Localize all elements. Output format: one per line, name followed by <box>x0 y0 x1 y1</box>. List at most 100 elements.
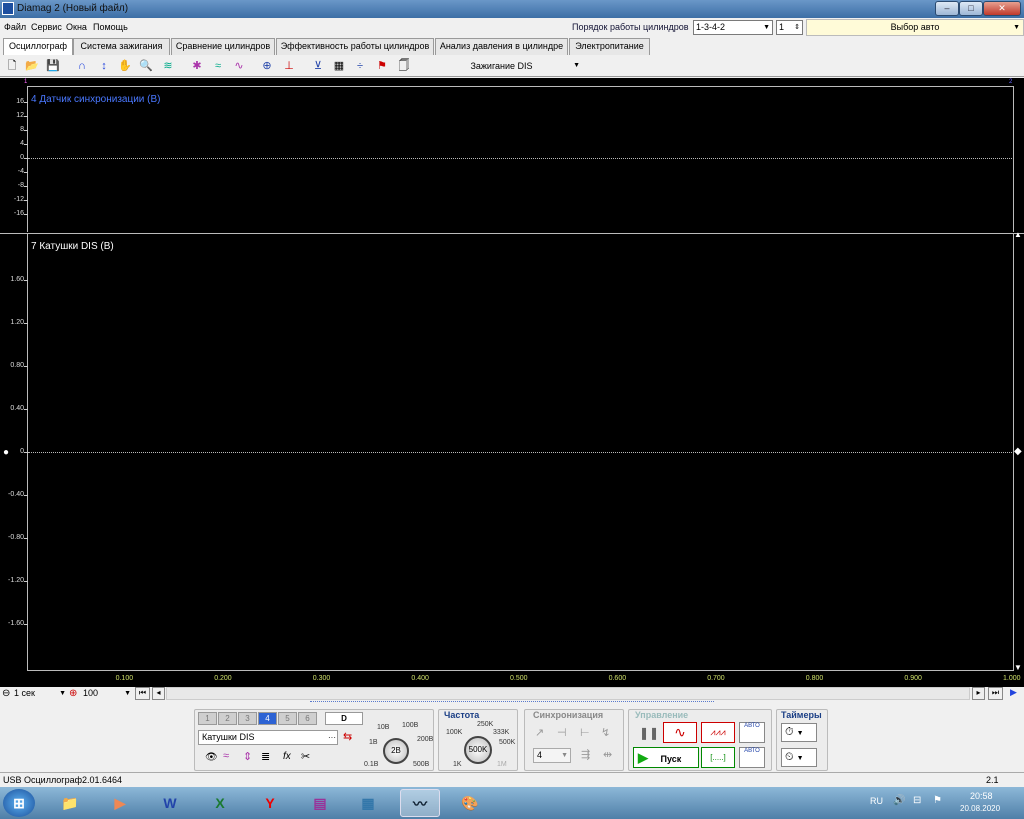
zoom-out-icon[interactable]: ⊖ <box>2 688 10 699</box>
cursor-icon[interactable]: ✱ <box>189 58 205 74</box>
voltage-knob[interactable]: 2В <box>383 738 409 764</box>
zero-marker-left-icon[interactable]: ● <box>3 447 9 458</box>
diamag-task-icon[interactable]: 〰 <box>400 789 440 817</box>
filter-icon[interactable]: ⊻ <box>310 58 326 74</box>
sync-level-icon[interactable]: ⇶ <box>581 748 590 761</box>
zoom-select[interactable]: 100 ▼ <box>83 687 131 700</box>
cylinder-count-spinner[interactable]: 1 ⇕ <box>776 20 803 35</box>
channel-plot-top[interactable] <box>27 86 1014 232</box>
go-end-button[interactable]: ⏭ <box>988 687 1003 700</box>
minimize-button[interactable]: – <box>935 1 959 16</box>
paint-icon[interactable]: 🎨 <box>450 789 490 817</box>
new-file-icon[interactable]: 🗋 <box>4 58 20 74</box>
auto-icon[interactable]: ⊕ <box>259 58 275 74</box>
sync-fall-icon[interactable]: ⊢ <box>580 726 590 739</box>
waveform-icon[interactable]: ≈ <box>223 750 229 762</box>
auto-loop-button[interactable]: АВТО <box>739 747 765 768</box>
clock-date[interactable]: 20.08.2020 <box>960 804 1000 813</box>
hand-icon[interactable]: ✋ <box>117 58 133 74</box>
tab-cylinder-efficiency[interactable]: Эффективность работы цилиндров <box>276 38 434 55</box>
panel-collapse-handle[interactable] <box>310 701 714 705</box>
marker-right[interactable]: 2 <box>1009 79 1012 85</box>
timer-2-button[interactable]: ⏲ ▼ <box>781 748 817 767</box>
explorer-icon[interactable]: 📁 <box>50 789 90 817</box>
scroll-left-button[interactable]: ◂ <box>152 687 165 700</box>
eye-icon[interactable]: 👁 <box>205 752 218 763</box>
oscilloscope-view[interactable]: 1 2 4 Датчик синхронизации (В) 16 12 8 4 0 -4… <box>0 78 1024 687</box>
menu-file[interactable]: Файл <box>4 22 26 32</box>
ignition-select[interactable]: Зажигание DIS ▼ <box>418 58 585 74</box>
tab-ignition[interactable]: Система зажигания <box>73 38 170 55</box>
marker-left[interactable]: 1 <box>24 79 27 85</box>
go-start-button[interactable]: ⏮ <box>135 687 150 700</box>
zoom-in-icon[interactable]: ⊕ <box>69 688 77 699</box>
function-icon[interactable]: fx <box>283 751 291 762</box>
channel-4-button[interactable]: 4 <box>258 712 277 725</box>
pause-icon[interactable]: ❚❚ <box>639 726 659 740</box>
zoom-icon[interactable]: 🔍 <box>138 58 154 74</box>
range-button[interactable]: [.....] <box>701 747 735 768</box>
channel-5-button[interactable]: 5 <box>278 712 297 725</box>
grid-icon[interactable]: ▦ <box>331 58 347 74</box>
media-player-icon[interactable]: ▶ <box>100 789 140 817</box>
menu-service[interactable]: Сервис <box>31 22 62 32</box>
volume-icon[interactable]: 🔊 <box>893 795 905 806</box>
cylinder-order-select[interactable]: 1-3-4-2 ▼ <box>693 20 773 35</box>
play-mini-icon[interactable]: ▶ <box>1006 687 1021 700</box>
sync-front-icon[interactable]: ⊣ <box>557 726 567 739</box>
scissors-icon[interactable]: ✂ <box>301 750 310 763</box>
yandex-browser-icon[interactable]: Y <box>250 789 290 817</box>
menu-help[interactable]: Помощь <box>93 22 128 32</box>
multi-wave-button[interactable]: ⩘⩘⩘ <box>701 722 735 743</box>
scale-icon[interactable]: ↕ <box>96 58 112 74</box>
flag-tray-icon[interactable]: ⚑ <box>933 795 942 806</box>
timebase-select[interactable]: 1 сек ▼ <box>14 687 66 700</box>
archiver-icon[interactable]: ▤ <box>300 789 340 817</box>
network-icon[interactable]: ⊟ <box>913 795 921 806</box>
language-indicator[interactable]: RU <box>870 796 883 806</box>
sync-channel-select[interactable]: 4 ▼ <box>533 748 571 763</box>
scroll-right-button[interactable]: ▸ <box>972 687 985 700</box>
invert-icon[interactable]: ⇕ <box>243 750 252 763</box>
car-select[interactable]: Выбор авто ▼ <box>806 19 1024 36</box>
channel-name-field[interactable]: Катушки DIS ··· <box>198 730 338 745</box>
digital-channel-button[interactable]: D <box>325 712 363 725</box>
zero-icon[interactable]: ⊥ <box>281 58 297 74</box>
sync-auto-icon[interactable]: ↯ <box>601 726 610 739</box>
tab-oscilloscope[interactable]: Осциллограф <box>3 38 73 56</box>
channel-3-button[interactable]: 3 <box>238 712 257 725</box>
save-icon[interactable]: 💾 <box>45 58 61 74</box>
frequency-knob[interactable]: 500K <box>464 736 492 764</box>
tab-power[interactable]: Электропитание <box>569 38 650 55</box>
page-icon[interactable]: 🗍 <box>396 58 412 74</box>
auto-record-button[interactable]: АВТО <box>739 722 765 743</box>
sine-wave-button[interactable]: ∿ <box>663 722 697 743</box>
excel-icon[interactable]: X <box>200 789 240 817</box>
clock-time[interactable]: 20:58 <box>970 791 993 801</box>
tab-cylinder-compare[interactable]: Сравнение цилиндров <box>171 38 275 55</box>
phase-icon[interactable]: ∿ <box>231 58 247 74</box>
flag-icon[interactable]: ⚑ <box>374 58 390 74</box>
menu-windows[interactable]: Окна <box>66 22 87 32</box>
close-button[interactable]: ✕ <box>983 1 1021 16</box>
swap-icon[interactable]: ⇆ <box>343 730 352 743</box>
wave-icon[interactable]: ∩ <box>74 58 90 74</box>
sync-shift-icon[interactable]: ⇹ <box>603 748 612 761</box>
start-menu-icon[interactable]: ⊞ <box>3 789 35 817</box>
word-icon[interactable]: W <box>150 789 190 817</box>
split-icon[interactable]: ÷ <box>352 58 368 74</box>
channel-2-button[interactable]: 2 <box>218 712 237 725</box>
control-panel-icon[interactable]: ▦ <box>348 789 388 817</box>
overlay-icon[interactable]: ≈ <box>210 58 226 74</box>
tab-pressure[interactable]: Анализ давления в цилиндре <box>435 38 568 55</box>
zero-marker-right-icon[interactable]: ◆ <box>1014 446 1022 457</box>
time-scrollbar[interactable] <box>166 687 970 700</box>
lines-icon[interactable]: ≣ <box>261 750 270 763</box>
start-button[interactable]: ▶ Пуск <box>633 747 699 768</box>
maximize-button[interactable]: □ <box>959 1 983 16</box>
timer-1-button[interactable]: ⏱ ▼ <box>781 723 817 742</box>
open-file-icon[interactable]: 📂 <box>24 58 40 74</box>
sync-rise-icon[interactable]: ↗ <box>535 726 544 739</box>
channel-1-button[interactable]: 1 <box>198 712 217 725</box>
scroll-down-icon[interactable]: ▼ <box>1014 663 1022 672</box>
